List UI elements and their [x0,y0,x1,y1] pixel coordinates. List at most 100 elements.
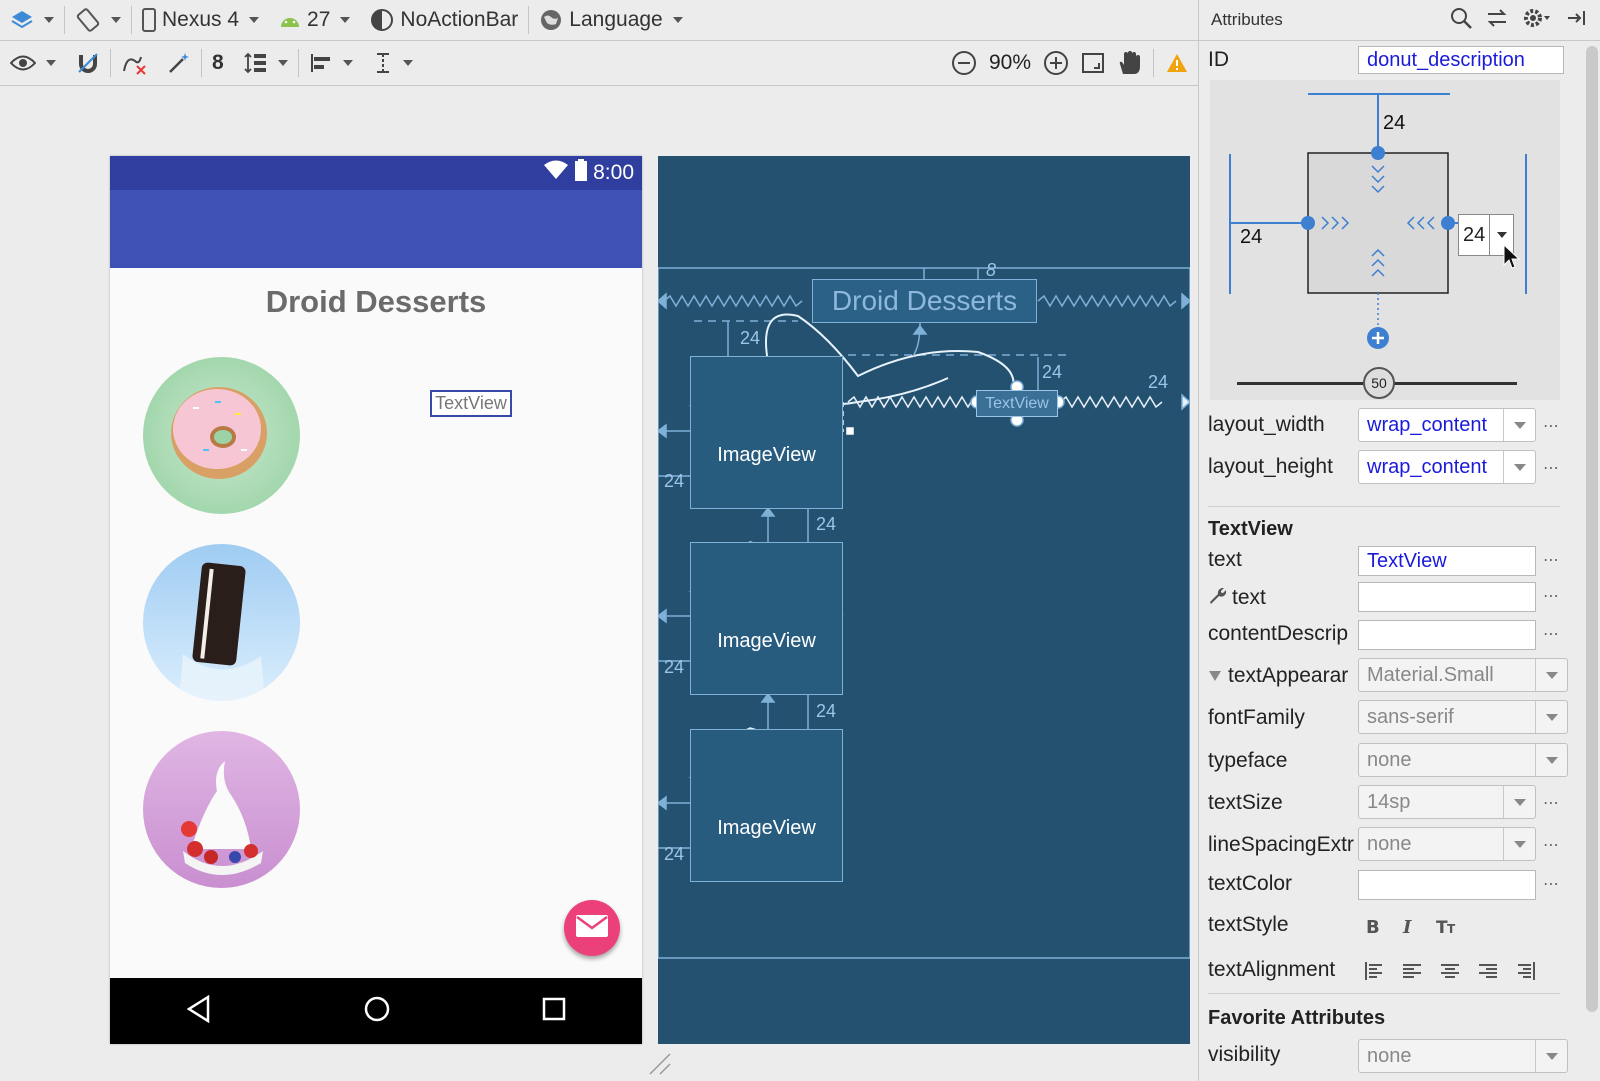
device-label: Nexus 4 [162,8,240,31]
more-icon[interactable]: ⋯ [1543,416,1559,436]
text-label: text [1208,548,1242,571]
blueprint-view[interactable]: Droid Desserts ImageView ImageView Image… [658,156,1190,1044]
expand-triangle-icon[interactable] [1208,664,1222,688]
gear-icon[interactable] [1522,7,1552,34]
bias-slider-handle[interactable]: 50 [1363,367,1395,399]
blueprint-imageview-1-label: ImageView [717,443,816,466]
infer-constraints-button[interactable] [157,41,201,85]
swap-icon[interactable] [1486,8,1508,33]
zoom-fit-icon[interactable] [1081,51,1105,75]
guidelines-button[interactable] [363,41,423,85]
text-color-field[interactable] [1358,870,1536,900]
align-icon [309,51,333,75]
text-size-select[interactable]: 14sp [1358,785,1536,819]
chevron-down-icon [1503,409,1535,441]
margin-label: 24 [664,657,685,677]
more-icon[interactable]: ⋯ [1543,624,1559,644]
margin-label: 24 [816,514,837,534]
more-icon[interactable]: ⋯ [1543,550,1559,570]
italic-icon[interactable]: I [1400,916,1418,942]
ice-cream-sandwich-image[interactable] [143,544,300,701]
line-spacing-label: lineSpacingExtr [1208,833,1354,856]
textview-preview[interactable]: TextView [430,390,512,417]
blueprint-imageview-2-label: ImageView [717,629,816,652]
margin-left-value[interactable]: 24 [1240,226,1262,249]
clear-constraints-button[interactable] [111,41,157,85]
all-caps-icon[interactable]: TT [1436,916,1460,942]
layout-width-select[interactable]: wrap_content [1358,408,1536,442]
more-icon[interactable]: ⋯ [1543,793,1559,813]
view-options-button[interactable] [0,41,66,85]
language-selector[interactable]: Language [529,0,692,40]
more-icon[interactable]: ⋯ [1543,458,1559,478]
pan-icon[interactable] [1117,50,1141,76]
blueprint-imageview-1[interactable]: ImageView [690,356,843,509]
attributes-scrollbar[interactable] [1586,46,1598,1012]
text-style-buttons: B I TT [1364,916,1460,942]
pack-button[interactable] [234,41,298,85]
blueprint-imageview-2[interactable]: ImageView [690,542,843,695]
margin-label: 24 [1042,362,1063,382]
align-end-icon[interactable] [1516,961,1536,987]
default-margin-button[interactable]: 8 [202,41,234,85]
fab-button[interactable] [564,900,620,956]
zoom-in-icon[interactable] [1043,50,1069,76]
resize-grip[interactable] [648,1052,672,1081]
text-style-label: textStyle [1208,913,1289,936]
search-icon[interactable] [1450,7,1472,34]
font-family-select[interactable]: sans-serif [1358,700,1568,734]
theme-selector[interactable]: NoActionBar [360,0,528,40]
guidelines-icon [373,51,393,75]
align-center-icon[interactable] [1440,961,1460,987]
more-icon[interactable]: ⋯ [1543,874,1559,894]
blueprint-title[interactable]: Droid Desserts [812,279,1037,323]
pin-icon[interactable] [1566,8,1586,33]
page-title[interactable]: Droid Desserts [110,284,642,320]
design-preview[interactable]: 8:00 Droid Desserts TextView [110,156,642,1044]
bold-icon[interactable]: B [1364,916,1382,942]
device-selector[interactable]: Nexus 4 [132,0,269,40]
api-level-selector[interactable]: 27 [269,0,360,40]
design-surface-selector[interactable] [0,0,64,40]
align-right-icon[interactable] [1478,961,1498,987]
line-spacing-select[interactable]: none [1358,827,1536,861]
attributes-header: Attributes [1199,0,1600,41]
content-description-field[interactable] [1358,620,1536,650]
typeface-select[interactable]: none [1358,743,1568,777]
divider [1208,993,1560,994]
layers-icon [10,8,34,32]
visibility-select[interactable]: none [1358,1039,1568,1073]
blueprint-imageview-3[interactable]: ImageView [690,729,843,882]
line-spacing-value: none [1367,832,1412,855]
text-appearance-select[interactable]: Material.Small [1358,658,1568,692]
orientation-button[interactable] [65,0,131,40]
svg-text:T: T [1447,922,1456,936]
margin-top-value[interactable]: 24 [1383,112,1405,135]
layout-width-value: wrap_content [1367,413,1488,436]
autoconnect-toggle[interactable] [66,41,110,85]
tools-text-field[interactable] [1358,582,1536,612]
zoom-out-icon[interactable] [951,50,977,76]
align-left-icon[interactable] [1402,961,1422,987]
layout-height-select[interactable]: wrap_content [1358,450,1536,484]
text-field[interactable]: TextView [1358,546,1536,576]
id-field[interactable]: donut_description [1358,46,1564,74]
typeface-value: none [1367,748,1412,771]
warning-icon[interactable] [1166,53,1188,73]
text-size-value: 14sp [1367,790,1411,813]
frozen-yogurt-image[interactable] [143,731,300,888]
blueprint-textview[interactable]: TextView [976,390,1058,417]
editor-toolbar-second: 8 90% [0,41,1198,86]
align-start-icon[interactable] [1364,961,1384,987]
text-color-label: textColor [1208,872,1293,895]
id-label: ID [1208,48,1229,71]
donut-image[interactable] [143,357,300,514]
more-icon[interactable]: ⋯ [1543,586,1559,606]
eye-icon [10,54,36,72]
phone-icon [142,8,156,32]
font-family-value: sans-serif [1367,705,1454,728]
align-button[interactable] [299,41,363,85]
chevron-down-icon [1503,828,1535,860]
more-icon[interactable]: ⋯ [1543,835,1559,855]
attributes-title: Attributes [1211,10,1283,29]
